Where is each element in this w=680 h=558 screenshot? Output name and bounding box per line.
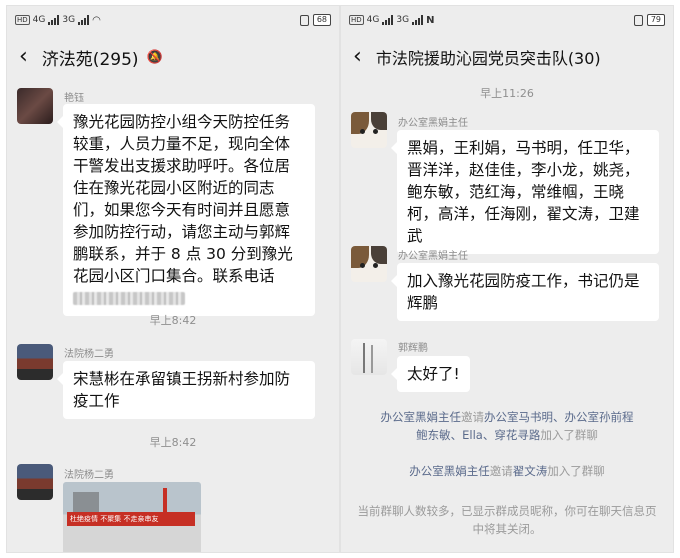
message-bubble[interactable]: 加入豫光花园防疫工作，书记仍是辉鹏 bbox=[391, 263, 659, 321]
message-text: 豫光花园防控小组今天防控任务较重，人员力量不足，现向全体干警发出支援求助呼吁。各… bbox=[73, 113, 293, 285]
screenshot-composite: HD 4G 3G ◠ 68 ‹ 济法苑(295) 🔕 艳钰 豫光花园防控小组今天… bbox=[0, 0, 680, 558]
hd-icon: HD bbox=[15, 15, 30, 25]
back-arrow-icon[interactable]: ‹ bbox=[19, 46, 28, 68]
mute-bell-icon: 🔕 bbox=[146, 49, 163, 65]
signal-icon-2 bbox=[78, 15, 90, 25]
avatar[interactable] bbox=[351, 246, 387, 282]
system-message-invite-2: 办公室黑娟主任邀请翟文涛加入了群聊 bbox=[355, 462, 659, 480]
wifi-icon: ◠ bbox=[92, 14, 101, 26]
image-message[interactable]: 杜绝疫情 不聚集 不走亲串友 bbox=[63, 482, 201, 552]
timestamp: 早上8:42 bbox=[149, 436, 197, 449]
sender-name: 郭辉鹏 bbox=[398, 343, 428, 354]
avatar[interactable] bbox=[351, 112, 387, 148]
system-notice: 当前群聊人数较多，已显示群成员昵称，你可在聊天信息页中将其关闭。 bbox=[357, 504, 657, 536]
inviter-name[interactable]: 办公室黑娟主任 bbox=[381, 410, 462, 424]
signal-icon-2 bbox=[412, 15, 424, 25]
message-text: 黑娟，王利娟，马书明，任卫华，晋洋洋，赵佳佳，李小龙，姚尧，鲍东敏，范红海，常维… bbox=[407, 139, 640, 245]
system-message-invite: 办公室黑娟主任邀请办公室马书明、办公室孙前程 鲍东敏、Ella、穿花寻路加入了群… bbox=[355, 408, 659, 444]
battery-indicator: 68 bbox=[312, 14, 331, 26]
left-chat-screen: HD 4G 3G ◠ 68 ‹ 济法苑(295) 🔕 艳钰 豫光花园防控小组今天… bbox=[6, 5, 340, 553]
sender-name: 法院杨二勇 bbox=[64, 349, 114, 360]
battery-indicator: 79 bbox=[646, 14, 665, 26]
tree-icon bbox=[363, 343, 365, 373]
back-arrow-icon[interactable]: ‹ bbox=[353, 46, 362, 68]
message-bubble[interactable]: 黑娟，王利娟，马书明，任卫华，晋洋洋，赵佳佳，李小龙，姚尧，鲍东敏，范红海，常维… bbox=[391, 130, 659, 254]
invitee-name[interactable]: 翟文涛 bbox=[513, 464, 548, 478]
invite-verb: 邀请 bbox=[461, 410, 484, 424]
banner-text: 杜绝疫情 不聚集 不走亲串友 bbox=[67, 512, 195, 526]
status-bar: HD 4G 3G N 79 bbox=[341, 6, 673, 34]
sender-name: 办公室黑娟主任 bbox=[398, 118, 468, 129]
message-bubble[interactable]: 太好了! bbox=[391, 356, 470, 392]
invitee-names[interactable]: 办公室马书明、办公室孙前程 bbox=[484, 410, 634, 424]
message-text: 太好了! bbox=[407, 365, 460, 383]
vibrate-icon bbox=[633, 14, 643, 26]
timestamp: 早上11:26 bbox=[480, 87, 534, 100]
sender-name: 办公室黑娟主任 bbox=[398, 251, 468, 262]
network-label: 4G bbox=[32, 15, 46, 25]
sender-name: 法院杨二勇 bbox=[64, 470, 114, 481]
chat-header: ‹ 济法苑(295) 🔕 bbox=[7, 34, 339, 80]
avatar[interactable] bbox=[17, 344, 53, 380]
nfc-icon: N bbox=[426, 14, 435, 26]
chat-title: 济法苑(295) bbox=[41, 49, 139, 70]
building-shape bbox=[73, 492, 99, 512]
hd-icon: HD bbox=[349, 15, 364, 25]
avatar[interactable] bbox=[17, 88, 53, 124]
invite-verb: 邀请 bbox=[489, 464, 513, 478]
chat-title: 市法院援助沁园党员突击队(30) bbox=[375, 49, 601, 68]
chat-header: ‹ 市法院援助沁园党员突击队(30) bbox=[341, 34, 673, 80]
message-bubble[interactable]: 宋慧彬在承留镇王拐新村参加防疫工作 bbox=[57, 361, 315, 419]
message-bubble[interactable]: 豫光花园防控小组今天防控任务较重，人员力量不足，现向全体干警发出支援求助呼吁。各… bbox=[57, 104, 315, 316]
cat-avatar-image bbox=[351, 112, 387, 148]
right-chat-screen: HD 4G 3G N 79 ‹ 市法院援助沁园党员突击队(30) 早上11:26 bbox=[340, 5, 674, 553]
status-bar: HD 4G 3G ◠ 68 bbox=[7, 6, 339, 34]
vibrate-icon bbox=[299, 14, 309, 26]
invitee-names-2[interactable]: 鲍东敏、Ella、穿花寻路 bbox=[416, 428, 540, 442]
signal-icon bbox=[382, 15, 394, 25]
redacted-phone bbox=[73, 292, 185, 305]
invite-tail: 加入了群聊 bbox=[547, 464, 605, 478]
timestamp: 早上8:42 bbox=[149, 314, 197, 327]
invite-tail: 加入了群聊 bbox=[540, 428, 598, 442]
network-label: 4G bbox=[366, 15, 380, 25]
network-label-2: 3G bbox=[62, 15, 76, 25]
signal-icon bbox=[48, 15, 60, 25]
message-text: 加入豫光花园防疫工作，书记仍是辉鹏 bbox=[407, 272, 640, 312]
network-label-2: 3G bbox=[396, 15, 410, 25]
avatar[interactable] bbox=[351, 339, 387, 375]
avatar[interactable] bbox=[17, 464, 53, 500]
cat-avatar-image bbox=[351, 246, 387, 282]
message-text: 宋慧彬在承留镇王拐新村参加防疫工作 bbox=[73, 370, 291, 410]
inviter-name[interactable]: 办公室黑娟主任 bbox=[409, 464, 490, 478]
sender-name: 艳钰 bbox=[64, 93, 84, 104]
